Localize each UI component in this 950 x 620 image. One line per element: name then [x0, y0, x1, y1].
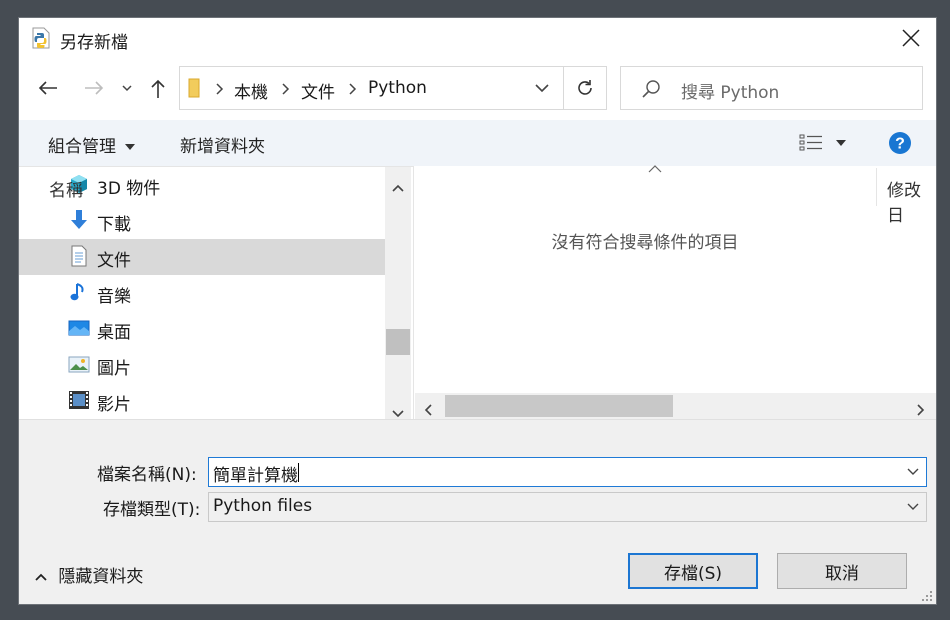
- chevron-right-icon: [282, 83, 290, 95]
- pane-divider[interactable]: [413, 166, 414, 419]
- save-as-dialog: 另存新檔 本機 文件 Python 搜尋 Python 組合管理 新增資料夾 ?…: [18, 17, 937, 605]
- scroll-left-button[interactable]: [424, 401, 432, 421]
- nav-item-label: 下載: [97, 215, 131, 235]
- text-cursor: [298, 463, 299, 482]
- python-file-icon: [32, 27, 50, 49]
- hide-folders-label: 隱藏資料夾: [58, 567, 144, 587]
- chevron-down-icon: [392, 410, 404, 418]
- refresh-button[interactable]: [564, 67, 606, 109]
- filename-value: 簡單計算機: [213, 466, 298, 486]
- organize-label: 組合管理: [48, 137, 116, 157]
- filetype-value: Python files: [213, 496, 313, 516]
- close-icon: [902, 29, 920, 47]
- nav-item-label: 影片: [97, 395, 131, 415]
- chevron-right-icon: [349, 83, 357, 95]
- nav-item-label: 音樂: [97, 287, 131, 307]
- chevron-down-icon: [907, 503, 919, 510]
- dropdown-arrow-icon: [125, 144, 136, 150]
- breadcrumb-python[interactable]: Python: [368, 78, 427, 98]
- nav-scrollbar-thumb[interactable]: [386, 329, 410, 355]
- filename-label: 檔案名稱(N):: [97, 465, 197, 485]
- filetype-label: 存檔類型(T):: [103, 500, 201, 520]
- back-arrow-icon: [38, 81, 57, 95]
- resize-grip-icon[interactable]: [921, 590, 933, 602]
- scroll-up-button[interactable]: [392, 177, 404, 197]
- chevron-down-icon: [122, 84, 132, 91]
- recent-locations-button[interactable]: [119, 78, 135, 98]
- file-list-scrollbar-thumb[interactable]: [445, 395, 673, 417]
- chevron-up-icon: [392, 184, 404, 192]
- forward-button[interactable]: [79, 74, 109, 102]
- up-button[interactable]: [145, 74, 171, 104]
- nav-item-label: 3D 物件: [97, 179, 161, 199]
- breadcrumb-this-pc[interactable]: 本機: [234, 78, 268, 103]
- chevron-down-icon[interactable]: [906, 466, 920, 478]
- search-placeholder: 搜尋 Python: [681, 83, 780, 103]
- help-button[interactable]: ?: [888, 131, 912, 155]
- nav-item-videos[interactable]: 影片: [19, 383, 385, 419]
- svg-text:?: ?: [895, 136, 905, 153]
- documents-icon: [71, 245, 87, 267]
- hide-folders-toggle[interactable]: 隱藏資料夾: [35, 562, 143, 587]
- command-toolbar: 組合管理 新增資料夾 ?: [19, 120, 936, 166]
- scroll-right-button[interactable]: [917, 401, 925, 421]
- cancel-button[interactable]: 取消: [777, 553, 907, 589]
- dropdown-arrow-icon: [836, 140, 846, 146]
- save-button[interactable]: 存檔(S): [628, 553, 758, 589]
- search-box[interactable]: 搜尋 Python: [620, 66, 923, 110]
- empty-folder-message: 沒有符合搜尋條件的項目: [551, 233, 739, 253]
- column-header-date-modified[interactable]: 修改日: [887, 176, 936, 226]
- view-options-button[interactable]: [799, 134, 849, 154]
- desktop-icon: [68, 320, 90, 336]
- sort-ascending-icon: [648, 165, 662, 173]
- organize-button[interactable]: 組合管理: [48, 132, 136, 157]
- save-options-panel: 檔案名稱(N): 簡單計算機 存檔類型(T): Python files 隱藏資…: [19, 419, 936, 604]
- new-folder-button[interactable]: 新增資料夾: [180, 132, 265, 157]
- search-icon: [642, 80, 660, 98]
- folder-icon: [188, 78, 200, 98]
- chevron-up-icon: [35, 573, 47, 581]
- back-button[interactable]: [33, 74, 63, 102]
- close-button[interactable]: [895, 22, 927, 54]
- nav-item-documents[interactable]: 文件: [19, 239, 385, 275]
- music-icon: [70, 283, 84, 301]
- pictures-icon: [68, 356, 90, 373]
- nav-item-label: 圖片: [97, 359, 131, 379]
- dialog-title: 另存新檔: [60, 33, 128, 53]
- nav-item-downloads[interactable]: 下載: [19, 203, 385, 239]
- navigation-pane: 3D 物件 下載 文件 音樂 桌面 圖片 影片: [19, 166, 413, 420]
- chevron-down-icon: [535, 83, 549, 92]
- videos-icon: [69, 391, 89, 409]
- filetype-select[interactable]: Python files: [208, 492, 927, 522]
- forward-arrow-icon: [85, 81, 104, 95]
- column-separator[interactable]: [876, 168, 877, 206]
- chevron-left-icon: [424, 404, 432, 416]
- up-arrow-icon: [151, 79, 165, 98]
- help-icon: ?: [889, 132, 911, 154]
- downloads-icon: [71, 210, 87, 229]
- filename-input[interactable]: 簡單計算機: [208, 457, 927, 487]
- address-dropdown-button[interactable]: [525, 67, 559, 109]
- breadcrumb-documents[interactable]: 文件: [301, 78, 335, 103]
- nav-scrollbar[interactable]: [385, 167, 411, 420]
- nav-item-label: 桌面: [97, 323, 131, 343]
- address-bar[interactable]: 本機 文件 Python: [179, 66, 607, 110]
- column-header-name[interactable]: 名稱: [49, 176, 83, 201]
- details-view-icon: [799, 134, 822, 151]
- chevron-right-icon: [216, 83, 224, 95]
- refresh-icon: [578, 80, 592, 95]
- chevron-right-icon: [917, 404, 925, 416]
- nav-item-pictures[interactable]: 圖片: [19, 347, 385, 383]
- nav-item-desktop[interactable]: 桌面: [19, 311, 385, 347]
- nav-item-music[interactable]: 音樂: [19, 275, 385, 311]
- nav-item-label: 文件: [97, 251, 131, 271]
